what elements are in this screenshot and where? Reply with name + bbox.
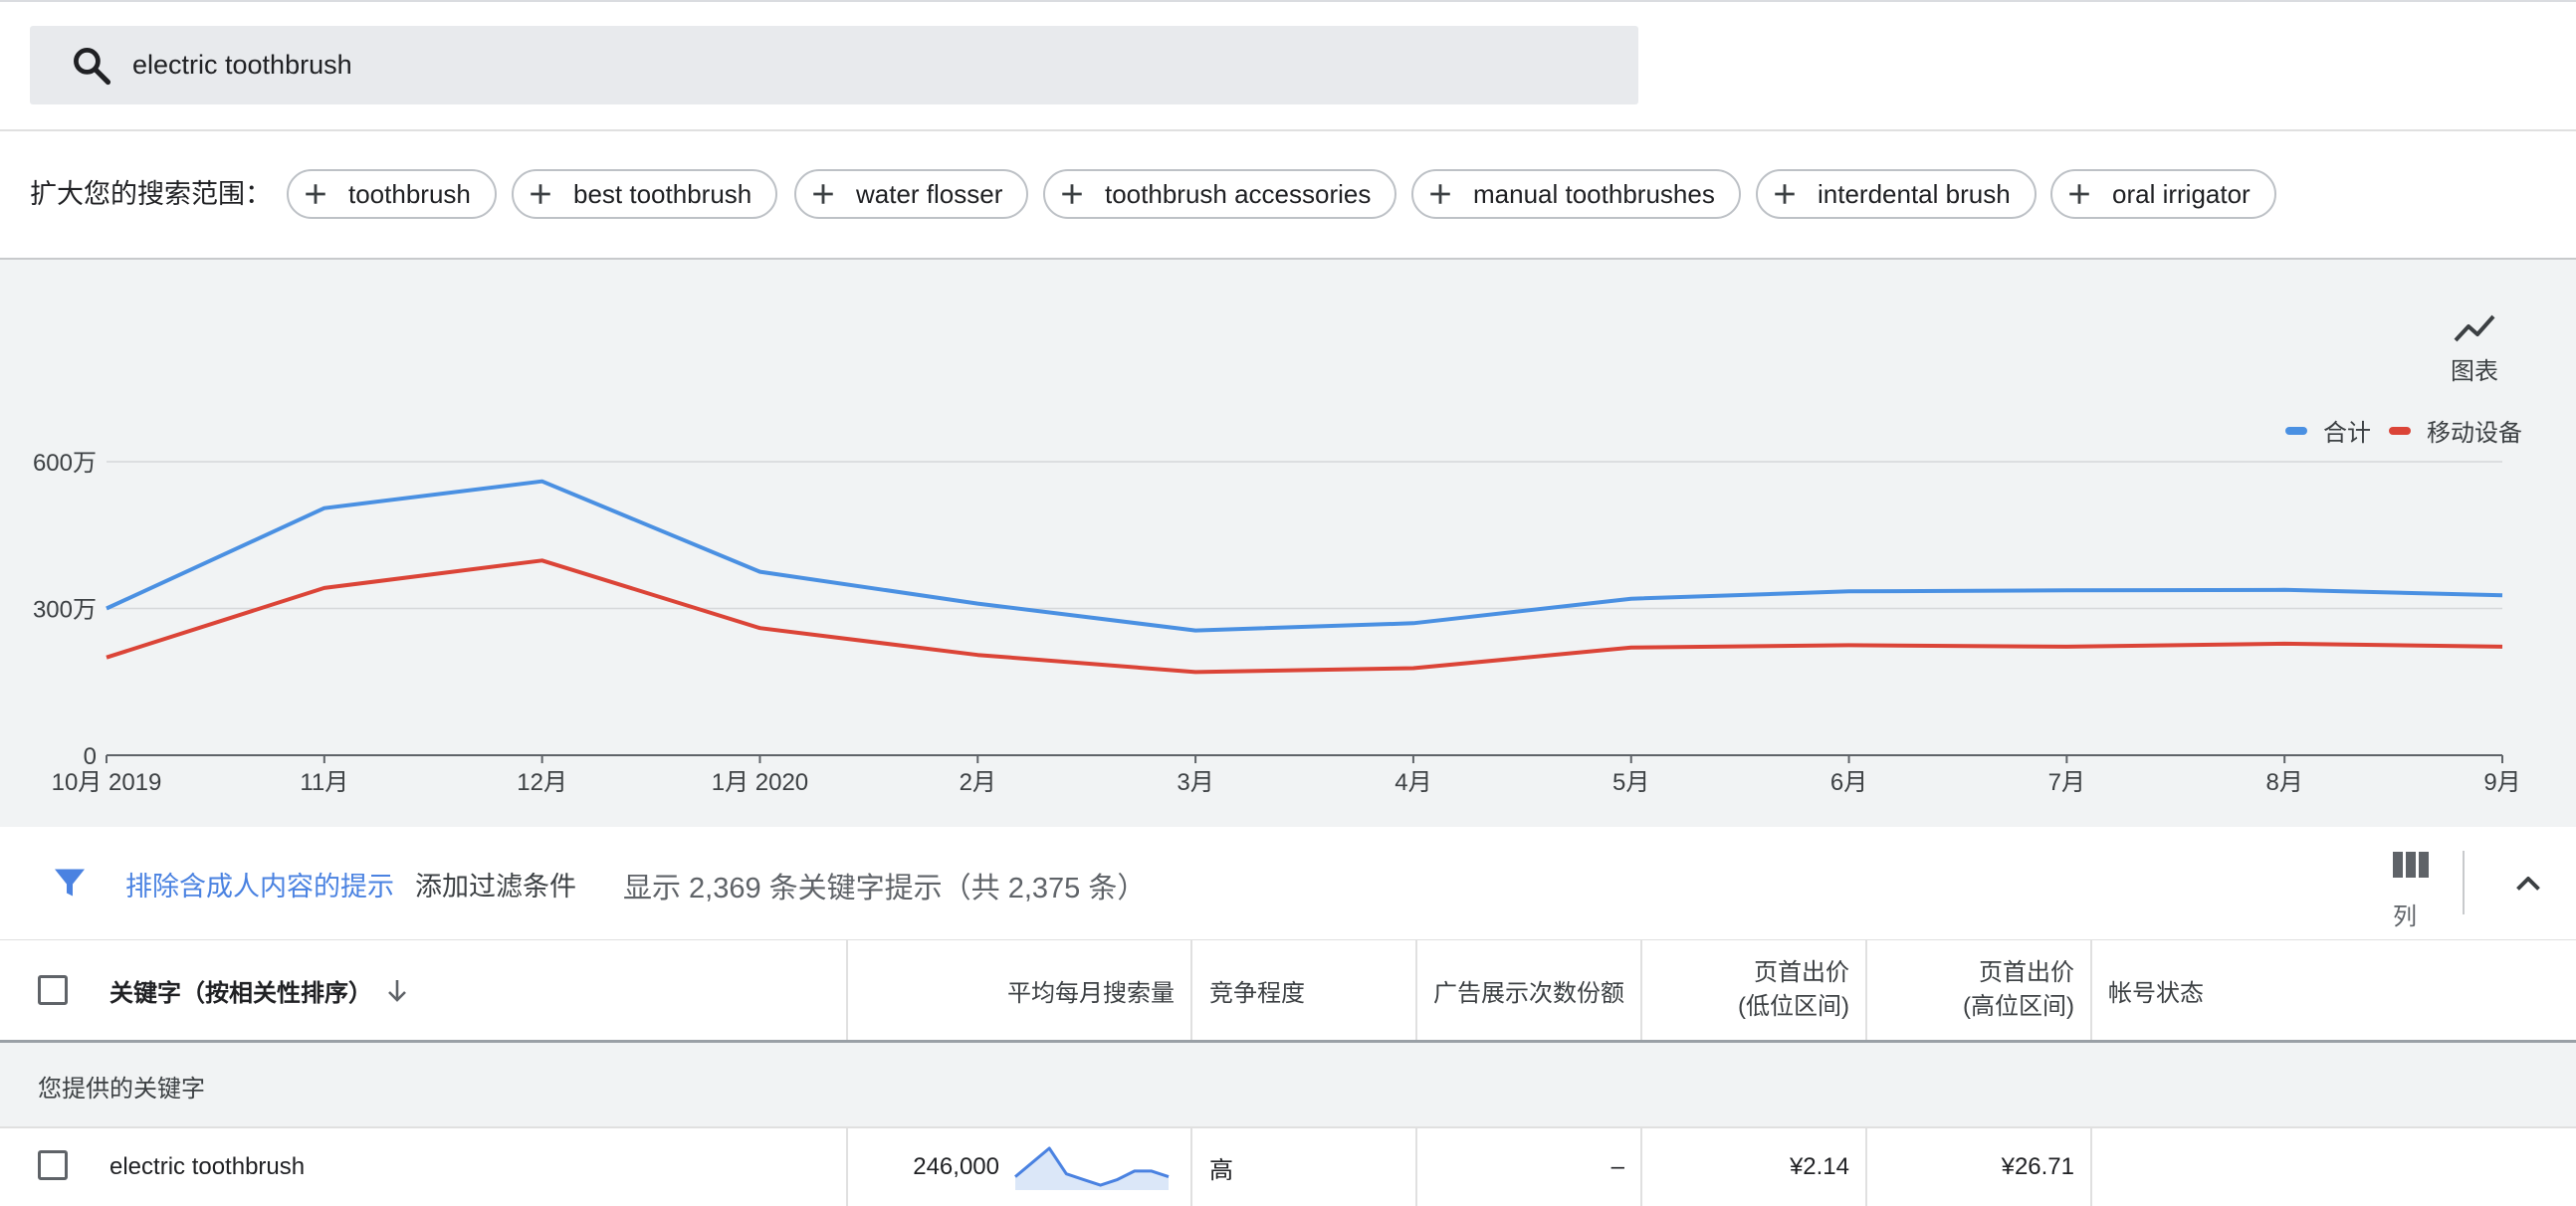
cell-bid-high: ¥26.71 (2001, 1153, 2074, 1180)
x-tick-label: 6月 (1830, 769, 1867, 796)
suggestion-chip[interactable]: toothbrush (287, 169, 497, 219)
exclude-adult-filter-chip[interactable]: 排除含成人内容的提示 (125, 865, 394, 904)
keyword-count-text: 显示 2,369 条关键字提示（共 2,375 条） (623, 873, 1147, 904)
column-header-avg-searches-label: 平均每月搜索量 (1007, 979, 1175, 1007)
search-input[interactable]: electric toothbrush (132, 48, 352, 82)
legend-swatch-mobile (2389, 426, 2411, 435)
x-tick-label: 2月 (960, 769, 996, 796)
search-volume-chart: 0 300万 600万 10月 2019 11月 12月 1月 2020 2月 3月 4月 5月 6月… (33, 450, 2521, 796)
legend-label-total: 合计 (2323, 420, 2371, 447)
column-header-bid-high-line1: 页首出价 (1979, 959, 2074, 986)
column-header-impression-share[interactable]: 广告展示次数份额 (1433, 940, 1652, 1040)
legend-item-total[interactable]: 合计 (2285, 413, 2371, 448)
add-filter-button[interactable]: 添加过滤条件 (415, 865, 576, 904)
sort-arrow-down-icon[interactable] (385, 978, 409, 1004)
column-header-competition-label: 竞争程度 (1209, 979, 1305, 1007)
x-tick-label: 10月 2019 (52, 769, 162, 796)
column-header-keyword[interactable]: 关键字（按相关性排序） (109, 940, 428, 1040)
chevron-up-icon[interactable] (2510, 867, 2546, 903)
toolbar-divider (2463, 851, 2465, 914)
column-header-keyword-label: 关键字（按相关性排序） (109, 979, 372, 1007)
group-label: 您提供的关键字 (38, 1076, 205, 1103)
suggestion-chip-label: toothbrush accessories (1105, 178, 1372, 209)
plus-icon (1430, 184, 1450, 204)
cell-avg-searches: 246,000 (913, 1153, 999, 1180)
divider (0, 129, 2576, 131)
x-tick-label: 11月 (300, 769, 348, 796)
plus-icon (306, 184, 325, 204)
table-row[interactable]: electric toothbrush 246,000 高 – ¥2.14 ¥2… (0, 1128, 2576, 1206)
x-tick-label: 8月 (2266, 769, 2303, 796)
select-all-checkbox[interactable] (38, 975, 68, 1005)
y-tick-label: 0 (84, 743, 97, 770)
column-divider (1190, 1128, 1192, 1206)
filter-bar: 排除含成人内容的提示 添加过滤条件 显示 2,369 条关键字提示（共 2,37… (0, 827, 2576, 941)
x-tick-label: 3月 (1177, 769, 1213, 796)
plus-icon (813, 184, 833, 204)
search-icon[interactable] (70, 44, 113, 88)
column-header-bid-low[interactable]: 页首出价 (低位区间) (1642, 940, 1849, 1040)
y-tick-label: 300万 (33, 597, 97, 624)
suggestion-chip[interactable]: best toothbrush (512, 169, 778, 219)
column-divider (2090, 1128, 2092, 1206)
chart-legend: 合计 移动设备 (2285, 413, 2540, 448)
legend-label-mobile: 移动设备 (2427, 420, 2522, 447)
column-header-bid-low-line1: 页首出价 (1754, 959, 1849, 986)
suggestion-chip-label: water flosser (856, 178, 1003, 209)
column-header-account-status-label: 帐号状态 (2108, 979, 2204, 1007)
line-chart-icon (2454, 314, 2495, 342)
suggestion-chip-label: best toothbrush (573, 178, 752, 209)
suggestion-chip-label: interdental brush (1818, 178, 2011, 209)
trend-sparkline (1014, 1146, 1170, 1190)
plus-icon (2069, 184, 2089, 204)
chart-toggle-label: 图表 (2451, 358, 2498, 385)
chart-area: 0 300万 600万 10月 2019 11月 12月 1月 2020 2月 3月 4月 5月 6月… (0, 258, 2576, 827)
table-header: 关键字（按相关性排序） 平均每月搜索量 竞争程度 广告展示次数份额 页首出价 (… (0, 940, 2576, 1043)
suggestion-chip-label: oral irrigator (2112, 178, 2251, 209)
x-tick-label: 4月 (1395, 769, 1431, 796)
plus-icon (1062, 184, 1082, 204)
legend-swatch-total (2285, 426, 2307, 435)
row-checkbox[interactable] (38, 1150, 68, 1180)
column-header-bid-high[interactable]: 页首出价 (高位区间) (1867, 940, 2074, 1040)
suggestion-chip-label: toothbrush (348, 178, 471, 209)
chart-toggle-button[interactable]: 图表 (2435, 311, 2514, 386)
y-tick-label: 600万 (33, 450, 97, 477)
x-tick-label: 9月 (2483, 769, 2520, 796)
column-header-bid-high-line2: (高位区间) (1963, 993, 2074, 1020)
suggestion-chip[interactable]: manual toothbrushes (1411, 169, 1741, 219)
series-line-mobile (106, 558, 2503, 675)
column-header-competition[interactable]: 竞争程度 (1209, 940, 1408, 1040)
suggestion-chip[interactable]: interdental brush (1756, 169, 2037, 219)
keyword-group-row: 您提供的关键字 (0, 1043, 2576, 1128)
x-tick-label: 7月 (2048, 769, 2085, 796)
cell-impression-share: – (1610, 1153, 1624, 1180)
x-tick-label: 12月 (517, 769, 567, 796)
cell-keyword: electric toothbrush (109, 1153, 306, 1180)
cell-competition: 高 (1209, 1156, 1233, 1184)
plus-icon (531, 184, 550, 204)
column-header-impression-share-label: 广告展示次数份额 (1433, 979, 1624, 1007)
plus-icon (1775, 184, 1795, 204)
top-border (0, 0, 2576, 2)
suggestion-chip-label: manual toothbrushes (1473, 178, 1715, 209)
suggestion-chip[interactable]: water flosser (794, 169, 1029, 219)
filter-icon[interactable] (52, 865, 88, 901)
column-header-account-status[interactable]: 帐号状态 (2108, 940, 2307, 1040)
broaden-search-label: 扩大您的搜索范围： (30, 179, 272, 209)
column-divider (1415, 940, 1417, 1040)
legend-item-mobile[interactable]: 移动设备 (2389, 413, 2522, 448)
columns-button-label[interactable]: 列 (2393, 897, 2417, 931)
suggestion-chip[interactable]: oral irrigator (2050, 169, 2276, 219)
cell-bid-low: ¥2.14 (1789, 1153, 1849, 1180)
columns-icon[interactable] (2389, 851, 2433, 881)
x-tick-label: 5月 (1612, 769, 1649, 796)
column-divider (2090, 940, 2092, 1040)
column-divider (1190, 940, 1192, 1040)
column-header-avg-searches[interactable]: 平均每月搜索量 (848, 940, 1175, 1040)
suggestion-chip[interactable]: toothbrush accessories (1043, 169, 1397, 219)
x-tick-label: 1月 2020 (712, 769, 808, 796)
column-header-bid-low-line2: (低位区间) (1738, 993, 1849, 1020)
